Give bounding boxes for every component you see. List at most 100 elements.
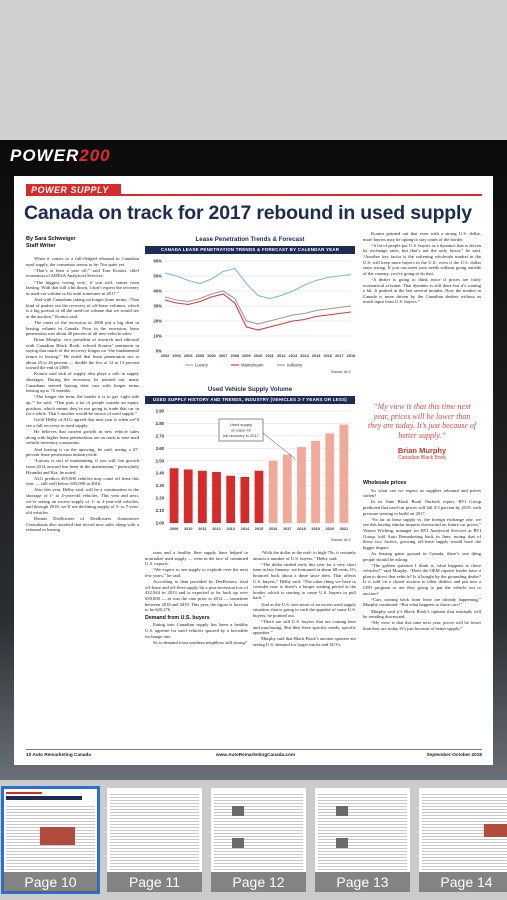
x-tick-label: 2008 (231, 354, 239, 358)
x-tick-label: 2010 (254, 354, 262, 358)
y-tick-label: 10% (153, 334, 162, 339)
page-thumbnail[interactable]: Page 14 (419, 788, 507, 892)
x-tick-label: 2019 (311, 527, 319, 531)
y-tick-label: 2.40 (156, 471, 165, 476)
x-tick-label: 2012 (277, 354, 285, 358)
thumbnail-label: Page 10 (3, 872, 98, 892)
section-tag: POWER SUPPLY (26, 184, 121, 196)
supply-bar (212, 471, 221, 523)
article-paragraph: “A lot of people put U.S. buyers as a dy… (363, 242, 481, 276)
article-column-right-bottom: Wholesale prices So what can we expect as… (363, 478, 481, 731)
x-tick-label: 2016 (324, 354, 332, 358)
y-tick-label: 40% (153, 289, 162, 294)
lease-chart-title: Lease Penetration Trends & Forecast (195, 236, 305, 243)
x-tick-label: 2018 (347, 354, 355, 358)
chart-source: Source: ALG (331, 538, 351, 542)
thumb-text (318, 794, 407, 872)
annotation-pointer (262, 432, 296, 459)
x-tick-label: 2005 (196, 354, 204, 358)
magazine-viewer[interactable]: POWER200 POWER SUPPLY Canada on track fo… (0, 0, 507, 780)
article-paragraph: Also this year, Helby said, will be a co… (26, 487, 139, 515)
x-tick-label: 2011 (198, 527, 206, 531)
article-paragraph: “The golden question I think is, what ha… (363, 562, 481, 596)
y-tick-label: 2.00 (156, 521, 165, 526)
article-paragraph: And as the U.S. sees more of an excess u… (253, 601, 356, 618)
article-subheading: Demand from U.S. buyers (145, 614, 210, 621)
series-line-luxury (164, 267, 352, 300)
pull-quote: “My view is that this time next year, pr… (366, 402, 478, 472)
article-paragraph: Murphy said that Black Book’s auction sp… (253, 636, 356, 647)
y-tick-label: 2.80 (156, 421, 165, 426)
page-thumbnail[interactable]: Page 10 (1, 786, 100, 894)
article-paragraph: “Luxury is sort of maintaining, if you w… (26, 458, 139, 475)
footer-issue-date: September-October 2016 (426, 752, 483, 757)
thumb-text (110, 794, 199, 872)
x-tick-label: 2015 (312, 354, 320, 358)
thumb-photo (231, 806, 245, 816)
article-paragraph: As leasing gains ground in Canada, there… (363, 550, 481, 562)
y-tick-label: 2.60 (156, 446, 165, 451)
article-paragraph: The onset of the recession in 2008 put a… (26, 319, 139, 337)
article-paragraph: He believes that current growth in new v… (26, 429, 139, 446)
y-tick-label: 2.30 (156, 483, 165, 488)
used-supply-volume-chart: 2.00 2.10 2.20 2.30 2.40 2.50 2.60 2.70 2.80 2.90… (156, 409, 352, 543)
x-tick-label: 2003 (172, 354, 180, 358)
thumb-photo (335, 806, 349, 816)
x-tick-label: 2007 (219, 354, 227, 358)
annotation-text: full recovery in 2017 (223, 433, 260, 438)
article-paragraph: Kontos said lack of supply also plays a … (26, 371, 139, 394)
page-thumbnail-strip[interactable]: Page 10 Page 11 Page 12 Page 13 Page 14 (0, 780, 507, 900)
y-tick-label: 60% (153, 259, 162, 264)
supply-chart-subtitle: USED SUPPLY HISTORY AND TRENDS, INDUSTRY… (145, 396, 355, 404)
section-bar: POWER SUPPLY (26, 184, 482, 196)
supply-bar (268, 460, 278, 523)
x-tick-label: 2014 (241, 527, 250, 531)
chart-source: Source: ALG (331, 370, 351, 374)
magazine-page[interactable]: POWER SUPPLY Canada on track for 2017 re… (14, 176, 493, 765)
article-paragraph: Eating into Canadian supply has been a h… (145, 622, 248, 639)
x-tick-label: 2012 (212, 527, 220, 531)
article-paragraph: “A dealer is going to think twice if pri… (363, 276, 481, 305)
annotation-text: on pace for (231, 428, 252, 433)
thumbnail-label: Page 13 (315, 872, 410, 892)
page-thumbnail[interactable]: Page 12 (211, 788, 306, 892)
thumb-headline (6, 796, 82, 800)
x-tick-label: 2020 (326, 527, 334, 531)
footer-page-number: 10 Auto Remarketing Canada (26, 752, 91, 757)
pull-quote-role: Canadian Black Book (398, 455, 446, 461)
legend-label: Luxury (195, 363, 209, 368)
page-thumbnail[interactable]: Page 13 (315, 788, 410, 892)
article-column-mid: rates and a healthy fleet supply have he… (145, 550, 248, 731)
supply-bar (169, 468, 179, 523)
x-tick-label: 2011 (266, 354, 274, 358)
supply-bar (325, 433, 335, 523)
x-tick-label: 2004 (184, 354, 193, 358)
supply-bar (197, 470, 207, 523)
x-tick-label: 2017 (283, 527, 291, 531)
magazine-brand-logo: POWER200 (10, 146, 111, 165)
legend-label: Mainstream (241, 363, 264, 368)
article-paragraph: “The biggest ‘swing vote,’ if you will, … (26, 279, 139, 296)
lease-penetration-chart: 0% 10% 20% 30% 40% 50% 60% 2002 2003 2004 2005 2006… (153, 259, 355, 375)
thumbnail-preview (318, 792, 407, 872)
pull-quote-text: “My view is that this time next year, pr… (367, 402, 477, 440)
series-line-mainstream (164, 293, 352, 331)
x-tick-label: 2002 (161, 354, 169, 358)
x-tick-label: 2018 (297, 527, 305, 531)
x-tick-label: 2010 (184, 527, 192, 531)
thumbnail-label: Page 11 (107, 872, 202, 892)
article-paragraph: “The longer the term, the harder it is t… (26, 394, 139, 417)
article-paragraph: “Cars coming back from lease are already… (363, 596, 481, 608)
page-thumbnail[interactable]: Page 11 (107, 788, 202, 892)
article-paragraph: “The dollar tanked early this year for a… (253, 561, 356, 601)
supply-bar (282, 454, 292, 523)
article-paragraph: And with Canadians taking on longer leas… (26, 296, 139, 319)
x-tick-label: 2021 (340, 527, 348, 531)
y-tick-label: 2.20 (156, 496, 165, 501)
y-tick-label: 2.10 (156, 508, 165, 513)
article-paragraph: “That’s at least a year off,” said Tom K… (26, 267, 139, 279)
x-tick-label: 2013 (289, 354, 297, 358)
x-tick-label: 2017 (335, 354, 343, 358)
supply-bar (339, 424, 349, 523)
article-subheading: Wholesale prices (363, 480, 407, 486)
